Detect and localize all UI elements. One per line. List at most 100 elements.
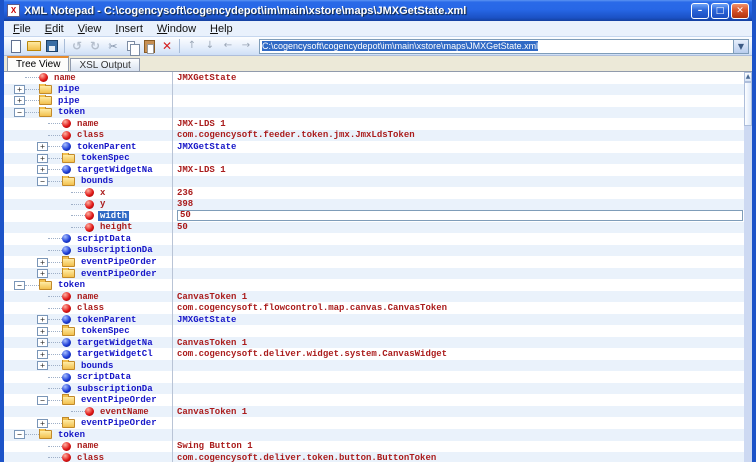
node-label[interactable]: name	[75, 441, 101, 451]
node-value-cell[interactable]: com.cogencysoft.feeder.token.jmx.JmxLdsT…	[172, 129, 752, 142]
collapse-icon[interactable]: −	[14, 107, 25, 117]
node-label[interactable]: targetWidgetNa	[75, 338, 155, 348]
minimize-button[interactable]: –	[691, 2, 709, 19]
tab-tree-view[interactable]: Tree View	[7, 56, 70, 71]
tree-row[interactable]: scriptData	[4, 233, 752, 245]
node-value-cell[interactable]: com.cogencysoft.deliver.token.button.But…	[172, 452, 752, 462]
node-label[interactable]: class	[75, 303, 106, 313]
node-label[interactable]: bounds	[79, 361, 115, 371]
address-dropdown-icon[interactable]: ▼	[733, 39, 748, 53]
tree-row[interactable]: + tokenParent JMXGetState	[4, 313, 752, 326]
expand-icon[interactable]: +	[37, 361, 48, 371]
node-label[interactable]: tokenSpec	[79, 153, 132, 163]
close-button[interactable]: ✕	[731, 2, 749, 19]
node-value-cell[interactable]	[172, 359, 752, 372]
redo-button[interactable]: ↻	[86, 38, 104, 55]
value-edit-field[interactable]: 50	[177, 210, 743, 222]
expand-icon[interactable]: +	[37, 142, 48, 152]
node-label[interactable]: name	[75, 292, 101, 302]
copy-button[interactable]	[122, 38, 140, 56]
expand-icon[interactable]: +	[37, 269, 48, 279]
node-label[interactable]: name	[75, 119, 101, 129]
node-label[interactable]: tokenParent	[75, 142, 138, 152]
node-value-cell[interactable]: JMXGetState	[172, 72, 752, 84]
node-value-cell[interactable]: 50	[172, 210, 752, 222]
node-label[interactable]: eventPipeOrder	[79, 418, 159, 428]
node-label[interactable]: token	[56, 107, 87, 117]
undo-button[interactable]: ↺	[68, 38, 86, 55]
node-value-cell[interactable]	[172, 106, 752, 119]
node-label[interactable]: scriptData	[75, 234, 133, 244]
node-label[interactable]: token	[56, 430, 87, 440]
node-value-cell[interactable]: com.cogencysoft.flowcontrol.map.canvas.C…	[172, 302, 752, 314]
node-label[interactable]: x	[98, 188, 107, 198]
tree-row[interactable]: + eventPipeOrder	[4, 267, 752, 280]
vertical-scrollbar[interactable]: ▲	[744, 72, 752, 462]
tree-row[interactable]: name JMXGetState	[4, 72, 752, 84]
scroll-up-icon[interactable]: ▲	[744, 72, 752, 82]
tree-row[interactable]: − token	[4, 428, 752, 441]
tree-row[interactable]: + bounds	[4, 359, 752, 372]
tree-row[interactable]: + targetWidgetNa CanvasToken 1	[4, 336, 752, 349]
nudge-left-button[interactable]: ←	[219, 38, 237, 55]
node-value-cell[interactable]	[172, 382, 752, 395]
node-value-cell[interactable]	[172, 83, 752, 96]
node-label[interactable]: targetWidgetCl	[75, 349, 155, 359]
tree-row[interactable]: class com.cogencysoft.feeder.token.jmx.Jm…	[4, 129, 752, 142]
tree-row[interactable]: + tokenParent JMXGetState	[4, 141, 752, 153]
open-file-button[interactable]	[25, 38, 43, 55]
tree-row[interactable]: name CanvasToken 1	[4, 290, 752, 303]
expand-icon[interactable]: +	[37, 153, 48, 163]
tree-row[interactable]: + pipe	[4, 83, 752, 96]
node-label[interactable]: height	[98, 222, 134, 232]
expand-icon[interactable]: +	[37, 326, 48, 336]
save-button[interactable]	[43, 38, 61, 55]
node-label[interactable]: name	[52, 73, 78, 83]
node-value-cell[interactable]	[172, 267, 752, 280]
address-combobox[interactable]: C:\cogencysoft\cogencydepot\im\main\xsto…	[259, 38, 749, 54]
address-input[interactable]: C:\cogencysoft\cogencydepot\im\main\xsto…	[260, 40, 733, 53]
expand-icon[interactable]: +	[37, 418, 48, 428]
menu-window[interactable]: Window	[150, 22, 203, 36]
delete-button[interactable]: ✕	[158, 38, 176, 55]
node-value-cell[interactable]: 398	[172, 198, 752, 211]
tree-row[interactable]: − token	[4, 106, 752, 119]
scrollbar-thumb[interactable]	[744, 82, 752, 126]
tree-row[interactable]: + tokenSpec	[4, 152, 752, 165]
expand-icon[interactable]: +	[37, 349, 48, 359]
node-label[interactable]: eventName	[98, 407, 151, 417]
node-value-cell[interactable]	[172, 279, 752, 291]
tree-row[interactable]: + tokenSpec	[4, 325, 752, 337]
tree-row[interactable]: subscriptionDa	[4, 382, 752, 395]
node-label[interactable]: scriptData	[75, 372, 133, 382]
node-label[interactable]: width	[98, 210, 130, 221]
node-value-cell[interactable]: 236	[172, 187, 752, 199]
node-label[interactable]: subscriptionDa	[75, 245, 155, 255]
node-label[interactable]: subscriptionDa	[75, 384, 155, 394]
node-value-cell[interactable]	[172, 233, 752, 245]
node-label[interactable]: class	[75, 453, 106, 462]
tab-xsl-output[interactable]: XSL Output	[70, 58, 140, 71]
collapse-icon[interactable]: −	[37, 395, 48, 405]
nudge-right-button[interactable]: →	[237, 38, 255, 55]
node-label[interactable]: eventPipeOrder	[79, 395, 159, 405]
menu-edit[interactable]: Edit	[38, 22, 71, 36]
node-value-cell[interactable]	[172, 152, 752, 165]
tree-row[interactable]: + targetWidgetNa JMX-LDS 1	[4, 164, 752, 176]
node-value-cell[interactable]: JMX-LDS 1	[172, 118, 752, 130]
node-value-cell[interactable]: JMXGetState	[172, 313, 752, 326]
tree-row[interactable]: + eventPipeOrder	[4, 417, 752, 429]
tree-row[interactable]: class com.cogencysoft.flowcontrol.map.can…	[4, 302, 752, 314]
collapse-icon[interactable]: −	[37, 176, 48, 186]
tree-row[interactable]: height 50	[4, 221, 752, 234]
collapse-icon[interactable]: −	[14, 280, 25, 290]
tree-row[interactable]: width 50	[4, 210, 752, 222]
tree-row[interactable]: + eventPipeOrder	[4, 256, 752, 268]
node-value-cell[interactable]	[172, 175, 752, 188]
nudge-down-button[interactable]: ↓	[201, 38, 219, 55]
cut-button[interactable]: ✂	[104, 38, 122, 55]
node-value-cell[interactable]: JMXGetState	[172, 141, 752, 153]
menu-file[interactable]: File	[6, 22, 38, 36]
menu-view[interactable]: View	[71, 22, 109, 36]
tree-row[interactable]: name Swing Button 1	[4, 440, 752, 453]
